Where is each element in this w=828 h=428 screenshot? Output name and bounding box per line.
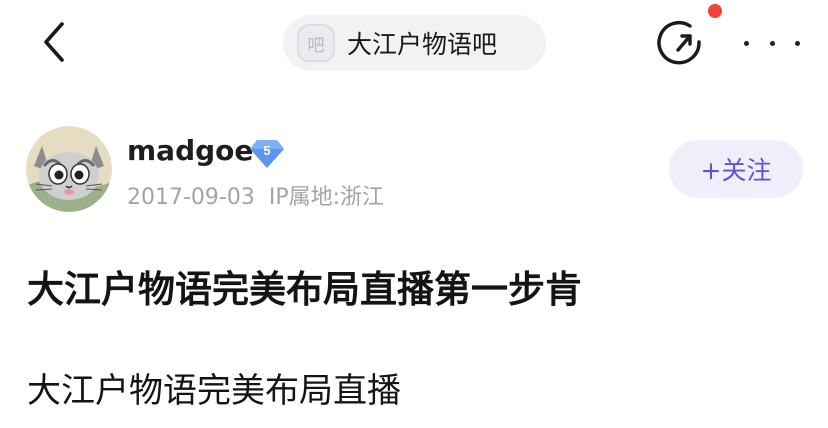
author-avatar[interactable] (26, 126, 112, 212)
more-dot-icon (769, 40, 775, 46)
share-icon (657, 21, 701, 65)
cat-avatar-icon (26, 126, 112, 212)
forum-name: 大江户物语吧 (347, 30, 498, 59)
forum-icon-text: 吧 (307, 35, 325, 56)
ip-location: IP属地:浙江 (268, 185, 385, 210)
post-detail-page: 吧 大江户物语吧 madgoe 5 2017-09-03 IP属地:浙江 +关注… (0, 0, 828, 428)
post-body: 大江户物语完美布局直播 (27, 371, 401, 411)
forum-avatar-icon: 吧 (297, 24, 335, 62)
more-dot-icon (744, 40, 749, 46)
follow-button[interactable]: +关注 (669, 140, 803, 198)
notification-dot (708, 4, 722, 18)
back-button[interactable] (30, 18, 78, 66)
post-date: 2017-09-03 (127, 185, 255, 210)
more-dot-icon (795, 40, 800, 46)
level-number: 5 (263, 143, 271, 158)
more-button[interactable] (744, 26, 800, 60)
post-meta: 2017-09-03 IP属地:浙江 (127, 179, 384, 211)
author-name[interactable]: madgoe (127, 134, 253, 167)
level-badge: 5 (249, 138, 285, 170)
share-button[interactable] (652, 14, 712, 74)
forum-pill[interactable]: 吧 大江户物语吧 (283, 15, 546, 71)
chevron-left-icon (44, 22, 64, 62)
post-title: 大江户物语完美布局直播第一步肯 (27, 268, 582, 311)
